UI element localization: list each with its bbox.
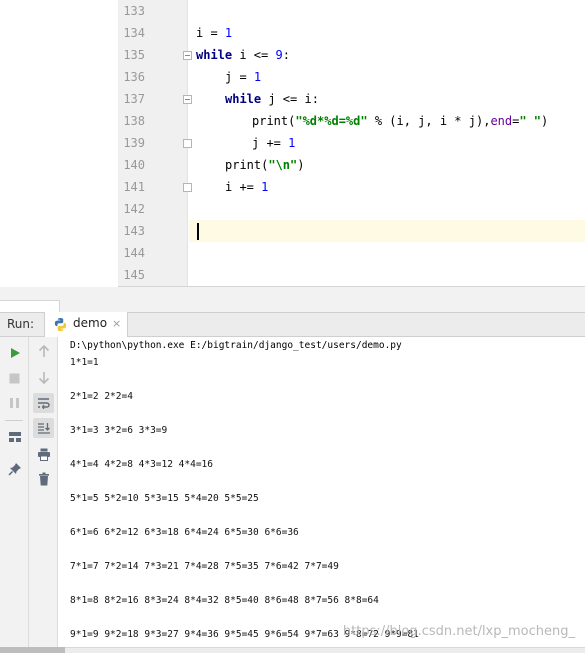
- console-line: 3*1=3 3*2=6 3*3=9: [70, 425, 168, 436]
- code-editor[interactable]: 133 134 135 136 137 138 139 140 141 142 …: [0, 0, 585, 287]
- console-line: 5*1=5 5*2=10 5*3=15 5*4=20 5*5=25: [70, 493, 259, 504]
- project-panel-blank: [0, 0, 118, 287]
- watermark: https://blog.csdn.net/lxp_mocheng_: [342, 624, 575, 639]
- print-button[interactable]: [33, 444, 54, 464]
- scroll-to-end-icon: [37, 422, 50, 434]
- code-line-141: i += 1: [225, 180, 269, 194]
- scroll-up-button[interactable]: [33, 341, 54, 361]
- code-line-139: j += 1: [252, 136, 296, 150]
- stop-icon: [9, 373, 20, 383]
- run-label: Run:: [7, 317, 35, 331]
- printer-icon: [37, 448, 50, 461]
- play-icon: [10, 348, 20, 358]
- console-line: 7*1=7 7*2=14 7*3=21 7*4=28 7*5=35 7*6=42…: [70, 561, 339, 572]
- code-line-134: i = 1: [196, 26, 233, 40]
- restore-layout-button[interactable]: [4, 427, 25, 447]
- line-number: 137: [123, 92, 145, 106]
- line-number: 133: [123, 4, 145, 18]
- line-number: 144: [123, 246, 145, 260]
- line-number-gutter: 133 134 135 136 137 138 139 140 141 142 …: [118, 0, 192, 287]
- stop-button[interactable]: [4, 368, 25, 388]
- current-line[interactable]: [189, 220, 585, 242]
- clear-all-button[interactable]: [33, 469, 54, 489]
- panel-splitter[interactable]: [0, 287, 585, 312]
- soft-wrap-icon: [37, 398, 50, 409]
- line-number: 140: [123, 158, 145, 172]
- console-command-line: D:\python\python.exe E:/bigtrain/django_…: [70, 340, 402, 351]
- run-toolbar-primary: [0, 337, 29, 653]
- line-number: 139: [123, 136, 145, 150]
- run-panel-header: Run: demo ×: [0, 312, 585, 337]
- run-tab-demo[interactable]: demo ×: [44, 312, 128, 337]
- toolbar-separator: [5, 420, 23, 421]
- arrow-up-icon: [38, 344, 49, 357]
- console-line: 6*1=6 6*2=12 6*3=18 6*4=24 6*5=30 6*6=36: [70, 527, 299, 538]
- line-number: 145: [123, 268, 145, 282]
- layout-icon: [8, 432, 21, 442]
- line-number: 136: [123, 70, 145, 84]
- pin-tab-button[interactable]: [4, 459, 25, 479]
- code-area[interactable]: i = 1 while i <= 9: j = 1 while j <= i: …: [189, 0, 585, 287]
- pin-icon: [7, 463, 21, 476]
- run-toolbar-secondary: [29, 337, 58, 653]
- console-output[interactable]: D:\python\python.exe E:/bigtrain/django_…: [58, 337, 585, 653]
- status-strip: [0, 647, 585, 653]
- line-number: 142: [123, 202, 145, 216]
- console-line: 8*1=8 8*2=16 8*3=24 8*4=32 8*5=40 8*6=48…: [70, 595, 379, 606]
- scroll-to-end-button[interactable]: [33, 418, 54, 438]
- line-number: 141: [123, 180, 145, 194]
- splitter-tab: [0, 300, 60, 312]
- line-number: 134: [123, 26, 145, 40]
- trash-icon: [38, 472, 49, 486]
- code-line-137: while j <= i:: [225, 92, 319, 106]
- code-line-138: print("%d*%d=%d" % (i, j, i * j),end=" "…: [252, 114, 549, 128]
- console-line: 2*1=2 2*2=4: [70, 391, 133, 402]
- line-number: 138: [123, 114, 145, 128]
- line-number: 135: [123, 48, 145, 62]
- line-number: 143: [123, 224, 145, 238]
- text-caret: [197, 223, 199, 240]
- status-strip-segment: [0, 647, 65, 653]
- soft-wrap-button[interactable]: [33, 393, 54, 413]
- pause-icon: [10, 398, 19, 408]
- code-line-136: j = 1: [225, 70, 262, 84]
- scroll-down-button[interactable]: [33, 367, 54, 387]
- pause-button[interactable]: [4, 393, 25, 413]
- console-line: 4*1=4 4*2=8 4*3=12 4*4=16: [70, 459, 213, 470]
- rerun-button[interactable]: [4, 343, 25, 363]
- close-icon[interactable]: ×: [112, 317, 121, 330]
- run-tab-label: demo: [73, 316, 108, 330]
- python-icon: [54, 317, 67, 332]
- code-line-135: while i <= 9:: [196, 48, 290, 62]
- arrow-down-icon: [38, 371, 49, 384]
- console-line: 1*1=1: [70, 357, 99, 368]
- code-line-140: print("\n"): [225, 158, 305, 172]
